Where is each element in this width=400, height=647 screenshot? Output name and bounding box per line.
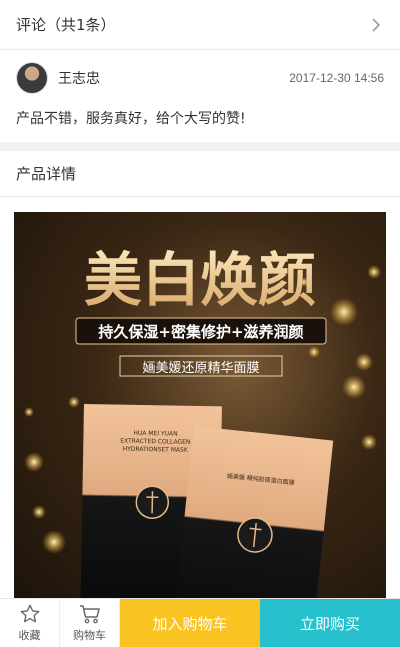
add-to-cart-button[interactable]: 加入购物车 bbox=[120, 599, 260, 647]
product-detail-image: 美白焕颜 持久保湿+密集修护+滋养润颜 婳美媛还原精华面膜 HUA MEI YU… bbox=[14, 212, 386, 598]
reviews-header[interactable]: 评论（共1条） bbox=[0, 0, 400, 50]
review-header: 王志忠 2017-12-30 14:56 bbox=[16, 62, 384, 94]
pack-en-2: EXTRACTED COLLAGEN bbox=[120, 438, 190, 446]
cart-label: 购物车 bbox=[73, 629, 106, 642]
pack-en-1: HUA MEI YUAN bbox=[133, 430, 177, 438]
favorite-button[interactable]: 收藏 bbox=[0, 599, 60, 647]
reviews-title: 评论（共1条） bbox=[16, 16, 116, 34]
cart-icon bbox=[79, 605, 100, 624]
details-header: 产品详情 bbox=[0, 151, 400, 197]
review-text: 产品不错，服务真好，给个大写的赞! bbox=[16, 111, 246, 127]
avatar bbox=[16, 62, 48, 94]
bottom-action-bar: 收藏 购物车 加入购物车 立即购买 bbox=[0, 598, 400, 647]
image-product-name: 婳美媛还原精华面膜 bbox=[142, 361, 259, 376]
cart-button[interactable]: 购物车 bbox=[60, 599, 120, 647]
buy-now-button[interactable]: 立即购买 bbox=[260, 599, 400, 647]
review-item: 王志忠 2017-12-30 14:56 产品不错，服务真好，给个大写的赞! bbox=[0, 50, 400, 142]
star-icon bbox=[20, 604, 39, 623]
favorite-label: 收藏 bbox=[18, 629, 41, 642]
image-headline: 美白焕颜 bbox=[84, 246, 316, 314]
image-tagline: 持久保湿+密集修护+滋养润颜 bbox=[98, 323, 303, 341]
review-time: 2017-12-30 14:56 bbox=[289, 71, 384, 85]
details-title: 产品详情 bbox=[16, 165, 77, 183]
review-username: 王志忠 bbox=[58, 71, 100, 87]
chevron-right-icon[interactable] bbox=[368, 17, 384, 33]
section-divider bbox=[0, 142, 400, 151]
pack-en-3: HYDRATIONSET MASK bbox=[123, 446, 189, 454]
